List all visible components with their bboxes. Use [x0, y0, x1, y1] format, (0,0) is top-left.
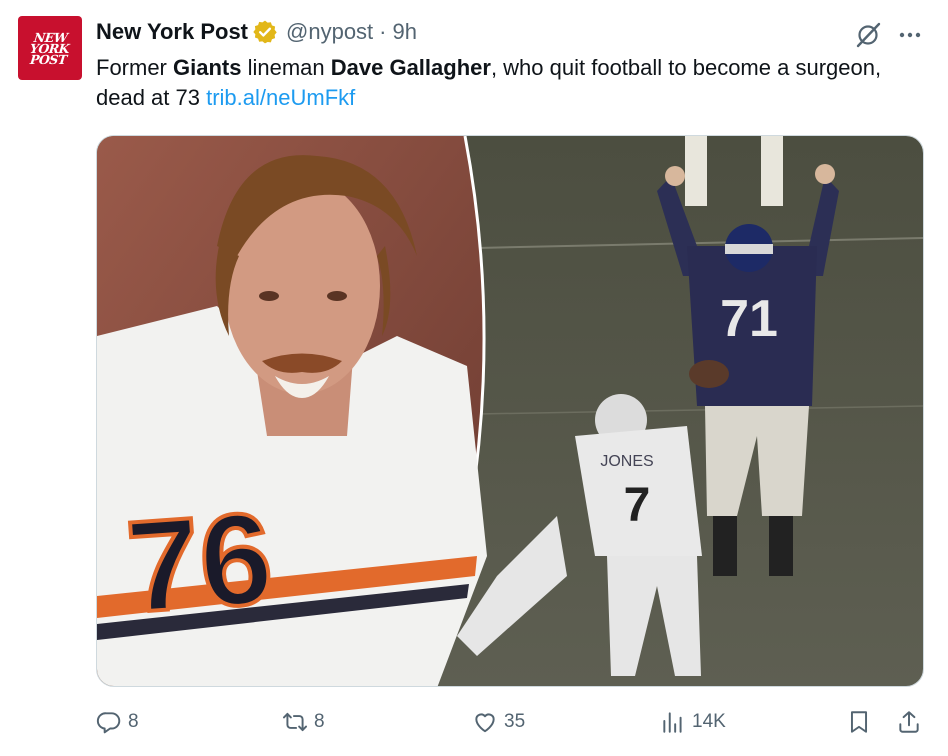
more-options-icon[interactable]: [894, 19, 926, 51]
share-icon: [899, 711, 919, 733]
verified-badge-icon[interactable]: [252, 19, 278, 45]
views-count: 14K: [692, 711, 726, 732]
retweet-count: 8: [314, 711, 325, 732]
bold-name: Dave Gallagher: [330, 55, 491, 80]
like-button[interactable]: 35: [472, 700, 525, 744]
like-count: 35: [504, 711, 526, 732]
retweet-icon: [282, 712, 308, 732]
tweet-actions: 8 8 35 14K: [0, 700, 948, 744]
reply-count: 8: [128, 711, 139, 732]
reply-button[interactable]: 8: [96, 700, 139, 744]
reply-icon: [96, 712, 121, 734]
handle[interactable]: @nypost: [286, 19, 373, 45]
separator-dot: ·: [379, 19, 387, 44]
bookmark-icon: [850, 711, 868, 733]
retweet-button[interactable]: 8: [282, 700, 325, 744]
display-name[interactable]: New York Post: [96, 19, 248, 45]
tweet-header: New York Post @nypost · 9h: [96, 17, 417, 47]
jersey-7: 7: [624, 479, 651, 532]
tweet-text: Former Giants lineman Dave Gallagher, wh…: [96, 55, 882, 110]
avatar[interactable]: NEW YORK POST: [18, 16, 82, 80]
avatar-logo: NEW YORK POST: [29, 29, 71, 67]
tweet-media[interactable]: 71 JONES 7 76: [96, 135, 924, 687]
bold-giants: Giants: [173, 55, 242, 80]
heart-icon: [475, 713, 495, 733]
bookmark-button[interactable]: [846, 700, 878, 744]
share-button[interactable]: [896, 700, 928, 744]
timestamp[interactable]: 9h: [393, 19, 417, 45]
jersey-76-left: 76: [122, 484, 276, 640]
grok-icon[interactable]: [852, 19, 884, 51]
analytics-icon: [663, 712, 682, 733]
jersey-name: JONES: [600, 453, 653, 470]
views-button[interactable]: 14K: [660, 700, 726, 744]
tweet-link[interactable]: trib.al/neUmFkf: [206, 85, 355, 110]
jersey-71: 71: [720, 290, 778, 348]
